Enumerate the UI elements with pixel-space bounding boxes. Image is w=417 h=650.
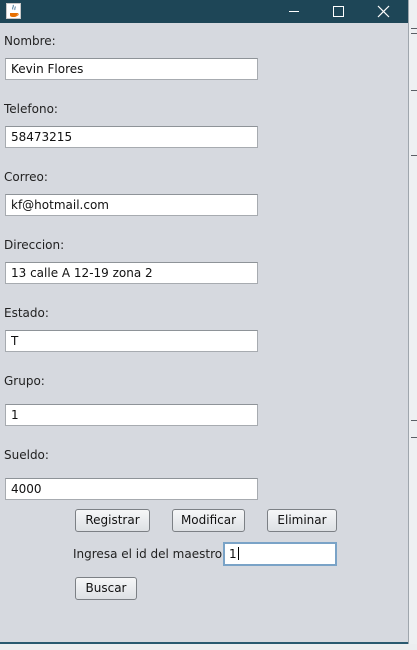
minimize-button[interactable]	[271, 0, 317, 23]
text-caret	[237, 547, 239, 560]
modificar-button[interactable]: Modificar	[172, 509, 245, 532]
close-icon	[377, 5, 390, 18]
estado-field[interactable]	[5, 330, 258, 352]
maestro-id-label: Ingresa el id del maestro:	[73, 547, 227, 561]
eliminar-button[interactable]: Eliminar	[267, 509, 337, 532]
correo-label: Correo:	[4, 170, 48, 184]
java-icon	[6, 3, 21, 19]
close-button[interactable]	[360, 0, 406, 23]
sueldo-field[interactable]	[5, 478, 258, 500]
sueldo-label: Sueldo:	[4, 448, 49, 462]
maestro-id-value: 1	[229, 547, 237, 561]
maximize-icon	[333, 6, 344, 17]
nombre-label: Nombre:	[4, 34, 56, 48]
grupo-field[interactable]	[5, 404, 258, 426]
maximize-button[interactable]	[315, 0, 361, 23]
desktop-background	[0, 644, 417, 650]
direccion-label: Direccion:	[4, 238, 65, 252]
buscar-button[interactable]: Buscar	[75, 577, 137, 600]
registrar-button[interactable]: Registrar	[75, 509, 150, 532]
estado-label: Estado:	[4, 306, 49, 320]
correo-field[interactable]	[5, 194, 258, 216]
maestro-id-field[interactable]: 1	[223, 542, 337, 566]
background-window-edge	[408, 0, 417, 650]
telefono-field[interactable]	[5, 126, 258, 148]
nombre-field[interactable]	[5, 58, 258, 80]
telefono-label: Telefono:	[4, 102, 58, 116]
minimize-icon	[289, 11, 299, 12]
direccion-field[interactable]	[5, 262, 258, 284]
title-bar[interactable]	[0, 0, 410, 23]
grupo-label: Grupo:	[4, 374, 45, 388]
